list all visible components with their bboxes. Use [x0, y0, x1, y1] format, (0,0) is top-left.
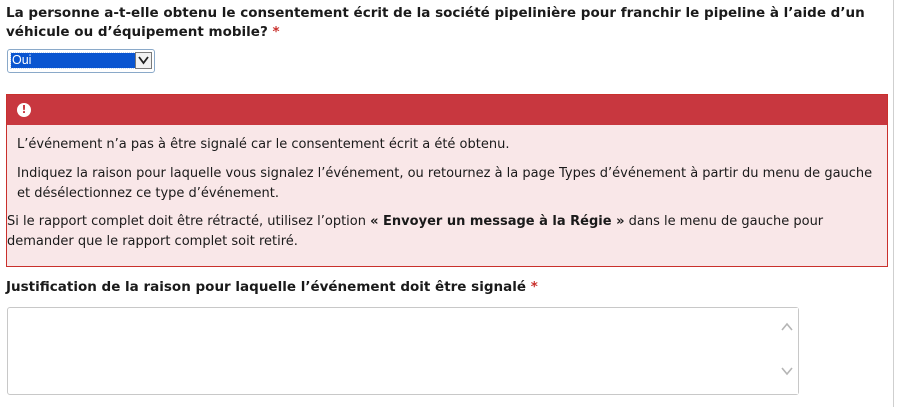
alert-paragraph-3: Si le rapport complet doit être rétracté… — [7, 212, 887, 252]
form-page: La personne a-t-elle obtenu le consentem… — [0, 0, 897, 407]
chevron-down-icon — [138, 56, 149, 65]
required-marker: * — [272, 24, 280, 40]
justification-label-text: Justification de la raison pour laquelle… — [6, 279, 526, 295]
required-marker: * — [530, 279, 538, 295]
scroll-down-icon[interactable] — [780, 366, 794, 376]
alert-header: ! — [7, 95, 887, 125]
consent-select-value: Oui — [10, 52, 138, 69]
consent-question-text: La personne a-t-elle obtenu le consentem… — [6, 5, 865, 40]
consent-select[interactable]: Oui — [7, 49, 155, 73]
alert-box: ! L’événement n’a pas à être signalé car… — [6, 94, 888, 267]
select-dropdown-button[interactable] — [135, 52, 152, 69]
send-message-option: « Envoyer un message à la Régie » — [370, 214, 625, 229]
divider — [893, 0, 894, 407]
consent-question-label: La personne a-t-elle obtenu le consentem… — [6, 4, 886, 42]
textarea-scrollbar[interactable] — [776, 308, 798, 394]
exclamation-icon: ! — [17, 103, 31, 117]
justification-label: Justification de la raison pour laquelle… — [6, 278, 538, 297]
justification-textarea[interactable] — [7, 307, 799, 395]
scroll-up-icon[interactable] — [780, 322, 794, 332]
alert-paragraph-2: Indiquez la raison pour laquelle vous si… — [17, 166, 873, 201]
alert-paragraph-3-start: Si le rapport complet doit être rétracté… — [7, 214, 371, 229]
alert-paragraph-1: L’événement n’a pas à être signalé car l… — [17, 137, 510, 152]
